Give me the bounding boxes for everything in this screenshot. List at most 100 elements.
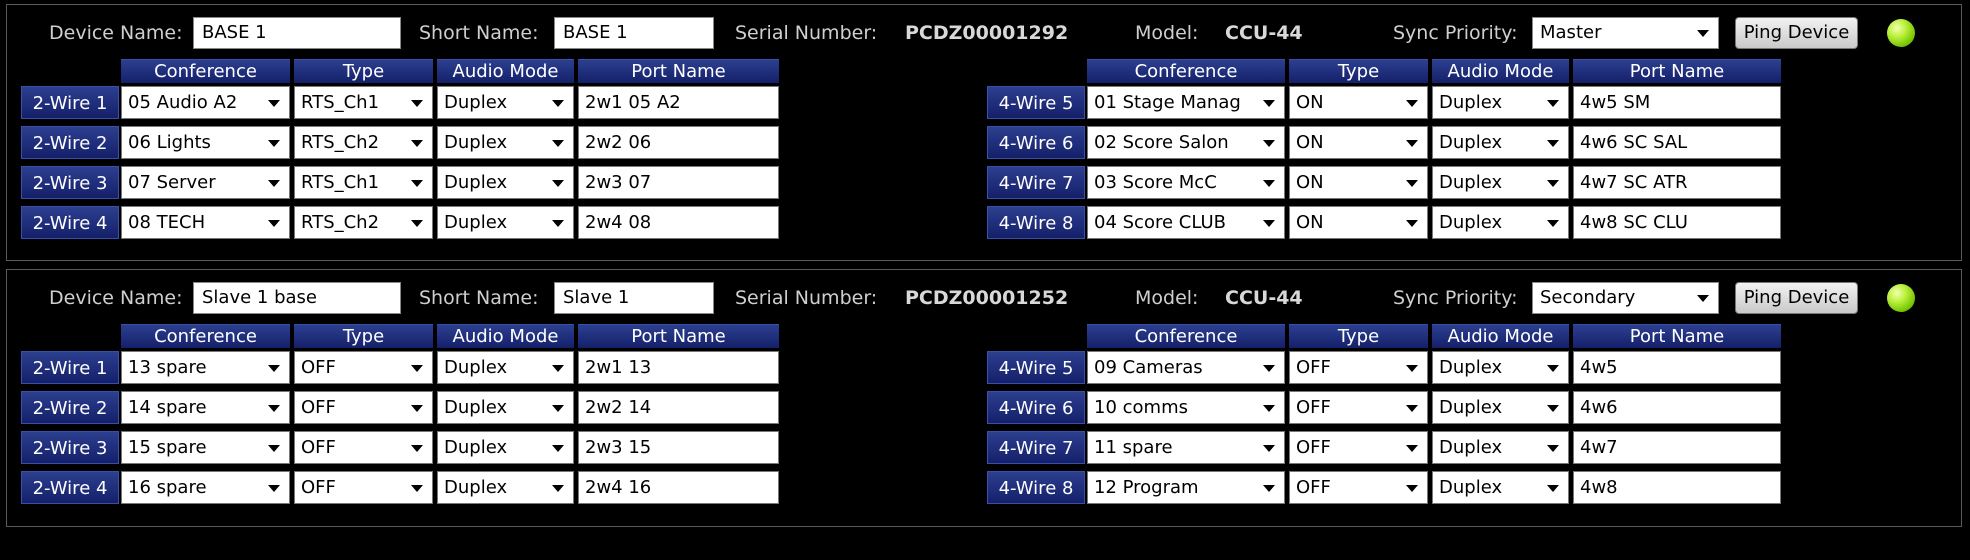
type-select[interactable]: OFF [1289, 471, 1428, 504]
type-select[interactable]: RTS_Ch1 [294, 166, 433, 199]
audio-mode-select[interactable]: Duplex [1432, 126, 1569, 159]
conference-select[interactable]: 10 comms [1087, 391, 1285, 424]
port-name-input[interactable]: 2w4 16 [578, 471, 779, 504]
type-select[interactable]: ON [1289, 126, 1428, 159]
conference-select[interactable]: 01 Stage Manag [1087, 86, 1285, 119]
short-name-input[interactable]: Slave 1 [554, 282, 714, 314]
type-select[interactable]: RTS_Ch2 [294, 206, 433, 239]
audio-mode-select-value: Duplex [1439, 132, 1503, 153]
conference-select-value: 09 Cameras [1094, 357, 1203, 378]
audio-mode-select[interactable]: Duplex [437, 471, 574, 504]
type-select[interactable]: ON [1289, 166, 1428, 199]
type-select[interactable]: OFF [1289, 351, 1428, 384]
port-name-input[interactable]: 4w5 SM [1573, 86, 1781, 119]
audio-mode-select[interactable]: Duplex [437, 391, 574, 424]
conference-select[interactable]: 14 spare [121, 391, 290, 424]
audio-mode-select[interactable]: Duplex [1432, 206, 1569, 239]
audio-mode-select-value: Duplex [1439, 477, 1503, 498]
chevron-down-icon [411, 220, 423, 227]
device-name-label: Device Name: [49, 287, 183, 309]
type-select[interactable]: OFF [1289, 431, 1428, 464]
audio-mode-select[interactable]: Duplex [437, 351, 574, 384]
port-name-input[interactable]: 2w1 05 A2 [578, 86, 779, 119]
port-name-input[interactable]: 4w6 SC SAL [1573, 126, 1781, 159]
chevron-down-icon [268, 100, 280, 107]
conference-select[interactable]: 09 Cameras [1087, 351, 1285, 384]
type-select[interactable]: OFF [294, 431, 433, 464]
type-column-header: Type [1289, 324, 1428, 348]
sync-priority-select[interactable]: Secondary [1532, 282, 1719, 314]
chevron-down-icon [552, 180, 564, 187]
short-name-input[interactable]: BASE 1 [554, 17, 714, 49]
conference-select[interactable]: 16 spare [121, 471, 290, 504]
type-select[interactable]: OFF [294, 351, 433, 384]
port-name-input[interactable]: 2w3 15 [578, 431, 779, 464]
audio-mode-column-header: Audio Mode [437, 59, 574, 83]
chevron-down-icon [1547, 445, 1559, 452]
conference-select[interactable]: 02 Score Salon [1087, 126, 1285, 159]
audio-mode-select[interactable]: Duplex [437, 206, 574, 239]
audio-mode-select[interactable]: Duplex [1432, 431, 1569, 464]
port-name-input[interactable]: 2w2 14 [578, 391, 779, 424]
port-name-input[interactable]: 2w4 08 [578, 206, 779, 239]
conference-select[interactable]: 08 TECH [121, 206, 290, 239]
audio-mode-select[interactable]: Duplex [1432, 166, 1569, 199]
ping-device-button[interactable]: Ping Device [1735, 282, 1858, 314]
type-select-value: ON [1296, 212, 1324, 233]
conference-select[interactable]: 06 Lights [121, 126, 290, 159]
conference-select[interactable]: 15 spare [121, 431, 290, 464]
audio-mode-select[interactable]: Duplex [1432, 86, 1569, 119]
conference-select[interactable]: 04 Score CLUB [1087, 206, 1285, 239]
conference-select-value: 14 spare [128, 397, 207, 418]
sync-priority-select[interactable]: Master [1532, 17, 1719, 49]
port-name-input[interactable]: 2w3 07 [578, 166, 779, 199]
ping-device-button[interactable]: Ping Device [1735, 17, 1858, 49]
type-select[interactable]: OFF [294, 391, 433, 424]
chevron-down-icon [268, 405, 280, 412]
chevron-down-icon [1547, 100, 1559, 107]
port-name-input[interactable]: 2w1 13 [578, 351, 779, 384]
conference-select-value: 02 Score Salon [1094, 132, 1229, 153]
type-select-value: OFF [301, 397, 336, 418]
conference-select[interactable]: 11 spare [1087, 431, 1285, 464]
audio-mode-select[interactable]: Duplex [437, 431, 574, 464]
port-name-input[interactable]: 4w6 [1573, 391, 1781, 424]
type-select[interactable]: OFF [1289, 391, 1428, 424]
port-name-input[interactable]: 2w2 06 [578, 126, 779, 159]
port-name-input[interactable]: 4w7 [1573, 431, 1781, 464]
conference-select-value: 06 Lights [128, 132, 211, 153]
chevron-down-icon [1547, 180, 1559, 187]
status-led-icon [1887, 19, 1915, 47]
port-name-input[interactable]: 4w7 SC ATR [1573, 166, 1781, 199]
device-name-input[interactable]: BASE 1 [193, 17, 401, 49]
chevron-down-icon [268, 140, 280, 147]
port-label: 2-Wire 2 [21, 391, 119, 424]
audio-mode-select[interactable]: Duplex [1432, 351, 1569, 384]
chevron-down-icon [552, 485, 564, 492]
audio-mode-select[interactable]: Duplex [1432, 471, 1569, 504]
port-label: 2-Wire 3 [21, 431, 119, 464]
type-select[interactable]: ON [1289, 86, 1428, 119]
port-name-input[interactable]: 4w5 [1573, 351, 1781, 384]
audio-mode-select[interactable]: Duplex [1432, 391, 1569, 424]
audio-mode-select[interactable]: Duplex [437, 126, 574, 159]
conference-select[interactable]: 05 Audio A2 [121, 86, 290, 119]
conference-select[interactable]: 13 spare [121, 351, 290, 384]
device-name-input[interactable]: Slave 1 base [193, 282, 401, 314]
conference-select[interactable]: 12 Program [1087, 471, 1285, 504]
type-select[interactable]: OFF [294, 471, 433, 504]
type-select-value: RTS_Ch2 [301, 132, 380, 153]
type-select[interactable]: ON [1289, 206, 1428, 239]
chevron-down-icon [552, 140, 564, 147]
conference-select[interactable]: 03 Score McC [1087, 166, 1285, 199]
conference-select[interactable]: 07 Server [121, 166, 290, 199]
port-name-input[interactable]: 4w8 SC CLU [1573, 206, 1781, 239]
port-name-input[interactable]: 4w8 [1573, 471, 1781, 504]
type-select-value: ON [1296, 92, 1324, 113]
audio-mode-select-value: Duplex [444, 357, 508, 378]
audio-mode-select[interactable]: Duplex [437, 86, 574, 119]
audio-mode-select[interactable]: Duplex [437, 166, 574, 199]
type-select-value: OFF [1296, 397, 1331, 418]
type-select[interactable]: RTS_Ch1 [294, 86, 433, 119]
type-select[interactable]: RTS_Ch2 [294, 126, 433, 159]
